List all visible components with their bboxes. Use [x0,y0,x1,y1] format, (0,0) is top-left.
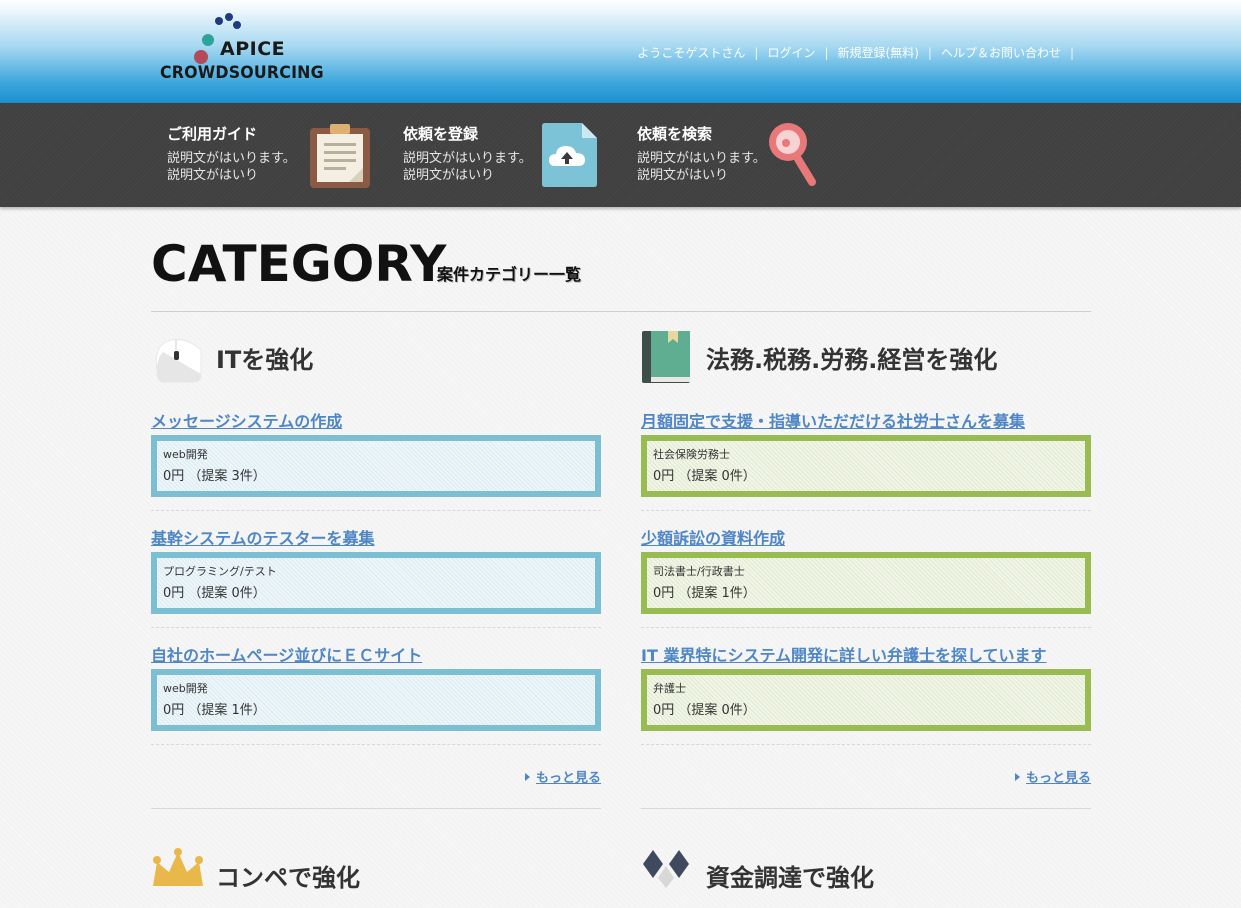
feature-title: 依頼を検索 [637,125,713,143]
job-item: 自社のホームページ並びにＥＣサイト web開発 0円 （提案 1件） [151,564,601,745]
section-it: ITを強化 メッセージシステムの作成 web開発 0円 （提案 3件） 基幹シス… [151,330,601,786]
logo-text-line2: CROWDSOURCING [160,63,324,83]
item-divider [641,744,1091,745]
page-subtitle: 案件カテゴリー一覧 [437,265,582,284]
nav-separator: | [927,45,932,60]
nav-help-link[interactable]: ヘルプ＆お問い合わせ [941,44,1061,61]
site-logo[interactable]: APICE CROWDSOURCING [158,12,348,87]
site-header: APICE CROWDSOURCING ようこそゲストさん | ログイン | 新… [0,0,1241,103]
section-legal: 法務.税務.労務.経営を強化 月額固定で支援・指導いただだける社労士さんを募集 … [641,330,1091,786]
feature-register[interactable]: 依頼を登録 説明文がはいります。説明文がはいり [403,103,613,207]
job-title-link[interactable]: IT 業界特にシステム開発に詳しい弁護士を探しています [641,642,1046,666]
feature-title: ご利用ガイド [167,125,258,143]
feature-desc: 説明文がはいります。説明文がはいり [637,151,766,183]
job-category: web開発 [163,682,208,695]
job-title-link[interactable]: 自社のホームページ並びにＥＣサイト [151,642,422,666]
job-item: 月額固定で支援・指導いただだける社労士さんを募集 社会保険労務士 0円 （提案 … [641,330,1091,511]
magnifier-icon [769,123,816,186]
item-divider [151,744,601,745]
nav-welcome: ようこそゲストさん [637,46,746,60]
more-link-label: もっと見る [535,771,601,786]
triangle-right-icon [1014,773,1020,781]
nav-separator: | [754,45,759,60]
triangle-right-icon [524,773,530,781]
job-item: 基幹システムのテスターを募集 プログラミング/テスト 0円 （提案 0件） [151,447,601,628]
job-info-box: 弁護士 0円 （提案 0件） [641,669,1091,731]
job-info-box: web開発 0円 （提案 1件） [151,669,601,731]
section-funding: 資金調達で強化 [641,848,1091,908]
feature-search[interactable]: 依頼を検索 説明文がはいります。説明文がはいり [637,103,847,207]
logo-dot [225,13,233,21]
logo-dot [233,21,241,29]
crown-icon [153,848,203,886]
section-title: コンペで強化 [216,864,360,892]
feature-desc: 説明文がはいります。説明文がはいり [403,151,532,183]
nav-separator: | [824,45,829,60]
job-item: メッセージシステムの作成 web開発 0円 （提案 3件） [151,330,601,511]
feature-title: 依頼を登録 [403,125,479,143]
logo-dot [202,34,214,46]
job-title-link[interactable]: 少額訴訟の資料作成 [641,525,785,549]
nav-separator: | [1069,45,1074,60]
feature-desc: 説明文がはいります。説明文がはいり [167,151,296,183]
nav-register-link[interactable]: 新規登録(無料) [838,44,919,61]
job-price: 0円 （提案 1件） [163,703,266,718]
more-link[interactable]: もっと見る [524,767,601,786]
logo-dot [194,50,208,64]
cloud-upload-icon [542,123,597,187]
logo-dot [215,17,223,25]
top-nav: ようこそゲストさん | ログイン | 新規登録(無料) | ヘルプ＆お問い合わせ… [637,44,1083,61]
clipboard-icon [310,124,370,188]
section-title: 資金調達で強化 [706,864,874,892]
job-item: IT 業界特にシステム開発に詳しい弁護士を探しています 弁護士 0円 （提案 0… [641,564,1091,745]
diamond-icon [643,850,689,888]
job-item: 少額訴訟の資料作成 司法書士/行政書士 0円 （提案 1件） [641,447,1091,628]
job-title-link[interactable]: 基幹システムのテスターを募集 [151,525,375,549]
logo-text-line1: APICE [220,38,286,60]
section-competition: コンペで強化 [151,848,601,908]
job-title-link[interactable]: 月額固定で支援・指導いただだける社労士さんを募集 [641,408,1025,432]
more-link-label: もっと見る [1025,771,1091,786]
feature-guide[interactable]: ご利用ガイド 説明文がはいります。説明文がはいり [167,103,377,207]
divider [151,808,601,809]
feature-bar: ご利用ガイド 説明文がはいります。説明文がはいり 依頼を登録 説明文がはいります… [0,103,1241,207]
job-category: 弁護士 [653,682,686,695]
nav-login-link[interactable]: ログイン [767,44,815,61]
more-link[interactable]: もっと見る [1014,767,1091,786]
divider [151,311,1091,312]
divider [641,808,1091,809]
job-price: 0円 （提案 0件） [653,703,756,718]
page-title: CATEGORY [151,235,447,293]
job-title-link[interactable]: メッセージシステムの作成 [151,408,342,432]
